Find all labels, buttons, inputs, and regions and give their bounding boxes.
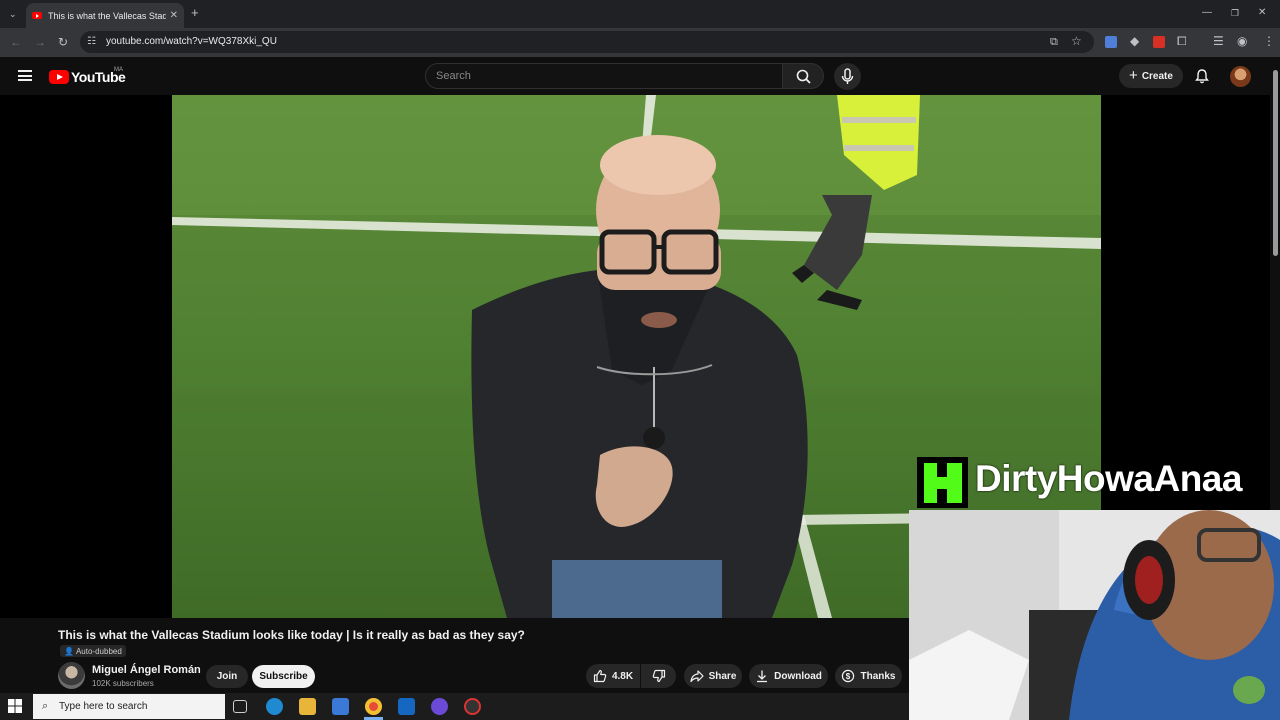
minimize-icon[interactable]: — [1202,7,1212,19]
user-avatar[interactable] [1230,66,1251,87]
media-controls-icon[interactable]: ☰ [1213,35,1224,47]
auto-dubbed-label: Auto-dubbed [75,646,122,656]
youtube-favicon-icon [32,12,42,19]
super-thanks-icon: $ [842,669,855,683]
taskbar-search-box[interactable]: ⌕ Type here to search [33,694,225,719]
task-view-icon[interactable] [233,700,247,713]
close-window-icon[interactable]: ✕ [1258,7,1266,19]
webcam-image [909,510,1280,720]
download-icon [757,670,768,683]
channel-name[interactable]: Miguel Ángel Román [92,664,201,676]
browser-tab-title: This is what the Vallecas Stadium [48,10,166,21]
thumbs-up-icon [593,669,607,683]
browser-menu-icon[interactable]: ⋮ [1263,35,1275,47]
windows-start-icon[interactable] [8,699,22,713]
bookmark-star-icon[interactable]: ☆ [1071,35,1082,47]
translate-extension-icon[interactable] [1105,36,1117,48]
youtube-play-icon [49,70,69,84]
download-button[interactable]: Download [749,664,828,688]
close-tab-icon[interactable]: ✕ [170,10,178,21]
extension-red-icon[interactable] [1153,36,1165,48]
url-text: youtube.com/watch?v=WQ378Xki_QU [106,36,277,47]
chrome-icon[interactable] [365,698,382,715]
browser-tab[interactable]: This is what the Vallecas Stadium ✕ [26,3,184,28]
dislike-button[interactable] [641,664,676,688]
messenger-icon[interactable] [431,698,448,715]
subscribe-button[interactable]: Subscribe [252,665,315,688]
extensions-puzzle-icon[interactable]: ⧠ [1177,35,1187,47]
auto-dubbed-badge: 👤 Auto-dubbed [60,645,126,657]
kick-logo [917,457,968,508]
share-label: Share [708,670,737,682]
voice-search-button[interactable] [834,63,861,90]
join-button[interactable]: Join [206,665,248,688]
thanks-button[interactable]: $ Thanks [835,664,902,688]
search-button[interactable] [782,63,824,89]
outlook-icon[interactable] [398,698,415,715]
extension-diamond-icon[interactable]: ◆ [1130,35,1139,47]
like-button[interactable]: 4.8K [586,664,640,688]
download-label: Download [774,670,822,682]
create-button[interactable]: + Create [1119,64,1183,88]
microsoft-store-icon[interactable] [332,698,349,715]
site-info-icon[interactable]: ☷ [87,36,96,48]
edge-icon[interactable] [266,698,283,715]
reload-icon[interactable]: ↻ [58,36,68,48]
share-icon [689,670,704,683]
file-explorer-icon[interactable] [299,698,316,715]
thanks-label: Thanks [860,670,896,682]
video-title: This is what the Vallecas Stadium looks … [58,628,525,642]
plus-icon: + [1129,67,1138,84]
new-tab-button[interactable]: + [191,6,199,19]
country-code: MA [114,67,123,73]
create-label: Create [1141,70,1173,82]
channel-avatar[interactable] [58,662,85,689]
kick-k-icon [923,462,962,503]
profile-icon[interactable]: ◉ [1237,35,1247,47]
page-scrollbar-thumb[interactable] [1273,70,1278,256]
streamer-name: DirtyHowaAnaa [975,458,1242,499]
search-input[interactable] [425,63,783,89]
taskbar-search-placeholder: Type here to search [59,701,148,712]
back-icon[interactable]: ← [10,36,22,48]
cast-icon[interactable]: ⧉ [1050,36,1058,48]
hamburger-menu-icon[interactable] [18,70,32,81]
webcam-overlay [909,510,1280,720]
like-count: 4.8K [611,670,634,682]
search-icon [796,69,811,84]
restore-icon[interactable]: ❐ [1231,7,1239,19]
obs-icon[interactable] [464,698,481,715]
taskbar-search-icon: ⌕ [42,700,49,712]
svg-text:$: $ [846,672,851,681]
microphone-icon [841,68,854,84]
notifications-bell-icon[interactable] [1194,68,1210,84]
forward-icon[interactable]: → [34,36,46,48]
share-button[interactable]: Share [684,664,742,688]
subscriber-count: 102K subscribers [92,679,154,688]
dub-person-icon: 👤 [64,646,74,656]
tab-search-icon[interactable]: ⌄ [9,8,17,20]
thumbs-down-icon [652,669,665,683]
